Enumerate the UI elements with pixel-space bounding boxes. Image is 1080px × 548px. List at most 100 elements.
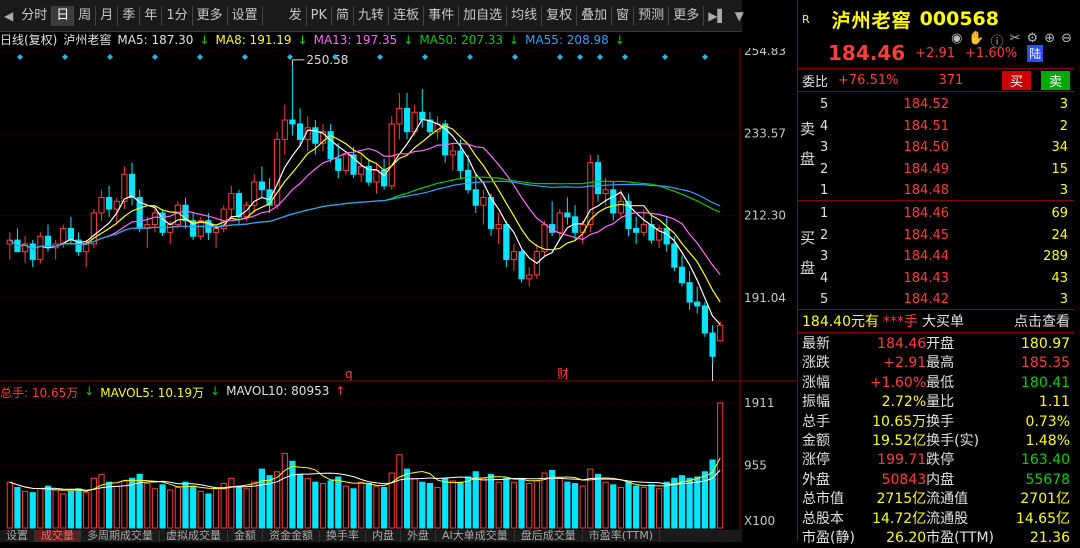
bids-row[interactable]: 4 184.43 43 (820, 268, 1068, 290)
stat-label: 振幅 (802, 394, 830, 411)
period-tab[interactable]: 季 (118, 5, 141, 26)
logo: R (802, 12, 810, 26)
tool-button[interactable]: 预测 (634, 5, 670, 26)
candle-body (564, 212, 571, 218)
period-tab[interactable]: 日 (52, 5, 75, 26)
bids-row[interactable]: 1 184.46 69 (820, 203, 1068, 225)
tool-button[interactable]: 均线 (507, 5, 543, 26)
tool-button[interactable]: 窗 (612, 5, 635, 26)
level-volume: 24 (1051, 227, 1068, 243)
stat-value: 1.48% (1025, 432, 1071, 449)
indicator-tab[interactable]: 金额 (228, 530, 263, 542)
tool-button[interactable]: 更多 (669, 5, 705, 26)
volume-bar (403, 468, 411, 529)
bids-row[interactable]: 3 184.44 289 (820, 246, 1068, 268)
candle-body (449, 150, 456, 156)
indicator-tab[interactable]: 虚拟成交量 (160, 530, 228, 542)
sell-button[interactable]: 卖 (1040, 70, 1070, 90)
period-tab[interactable]: 更多 (193, 5, 228, 26)
weibi-label: 委比 (802, 74, 829, 90)
asks-row[interactable]: 2 184.49 15 (820, 159, 1068, 181)
asks-row[interactable]: 1 184.48 3 (820, 180, 1068, 202)
period-tab[interactable]: 分时 (17, 5, 53, 26)
buy-button[interactable]: 买 (1001, 70, 1031, 90)
volume-chart[interactable]: 1911 955 X100 (0, 381, 797, 530)
volume-bar (449, 480, 456, 529)
period-tab[interactable]: 周 (74, 5, 97, 26)
period-tab[interactable]: 月 (96, 5, 119, 26)
volume-bar (495, 481, 502, 529)
period-tab[interactable]: 年 (140, 5, 163, 26)
tool-button[interactable]: 叠加 (577, 5, 613, 26)
tool-button[interactable]: 九转 (354, 5, 390, 26)
tool-button[interactable]: 事件 (424, 5, 460, 26)
tool-button[interactable]: 简 (332, 5, 355, 26)
indicator-tab[interactable]: 内盘 (366, 530, 401, 542)
stat-label: 市盈(静) (802, 529, 855, 546)
volume-unit-label: X100 (744, 514, 775, 528)
volume-bar (549, 469, 556, 529)
period-tab[interactable]: 1分 (162, 5, 193, 26)
event-diamond-icon (662, 54, 668, 60)
indicator-tab[interactable]: 资金金额 (263, 530, 320, 542)
stat-value: 2.72% (881, 394, 927, 411)
indicator-tab[interactable]: AI大单成交量 (436, 530, 515, 542)
candle-body (686, 282, 693, 303)
stats-row: 总手 10.65万 换手 0.73% (802, 413, 1070, 432)
candle-body (388, 123, 395, 187)
stat-value: 185.35 (1021, 355, 1071, 372)
indicator-tab[interactable]: 外盘 (401, 530, 436, 542)
level-price: 184.46 (903, 206, 950, 221)
level-label: 1 (820, 183, 829, 198)
back-icon[interactable]: ◀ (0, 9, 17, 23)
volume-bar (6, 481, 13, 529)
tool-button[interactable]: 连板 (389, 5, 425, 26)
asks-row[interactable]: 5 184.52 3 (820, 94, 1068, 116)
candle-body (465, 169, 472, 191)
tool-button[interactable]: PK (307, 5, 333, 26)
indicator-tab[interactable]: 设置 (0, 530, 35, 542)
tool-button[interactable]: 发 (285, 5, 307, 26)
level-price: 184.43 (903, 270, 950, 286)
period-tab[interactable]: 设置 (228, 5, 263, 26)
volume-axis-label: 955 (744, 459, 767, 473)
volume-bar (365, 483, 372, 529)
volume-bar (342, 485, 350, 529)
play-icon[interactable]: ▶▌ (704, 9, 730, 23)
stat-value: 19.52亿 (872, 432, 927, 449)
tool-button[interactable]: 复权 (542, 5, 578, 26)
stat-label: 总市值 (802, 491, 844, 508)
event-diamond-icon (577, 54, 583, 60)
candlestick-chart[interactable]: 254.83233.57212.30191.04250.58174.03q财 (0, 48, 797, 381)
candle-body (678, 266, 686, 284)
candle-body (289, 119, 296, 125)
stat-label: 内盘 (926, 471, 955, 488)
weibi-row: 委比 +76.51% 371 买 卖 (798, 68, 1074, 91)
asks-row[interactable]: 4 184.51 2 (820, 116, 1068, 138)
level-price: 184.50 (903, 140, 950, 155)
arrow-up-icon: ↑ (335, 384, 346, 398)
indicator-tab[interactable]: 市盈率(TTM) (583, 530, 661, 542)
asks-row[interactable]: 3 184.50 34 (820, 137, 1068, 159)
chevron-down-icon[interactable]: ▼ (731, 9, 748, 23)
stat-value: 180.41 (1021, 374, 1071, 391)
stats-row: 外盘 50843 内盘 55678 (802, 471, 1070, 490)
quote-header: R 泸州老窖 000568 (798, 0, 1074, 38)
indicator-tab[interactable]: 多周期成交量 (81, 530, 160, 542)
volume-bar (220, 483, 227, 529)
volume-bar (564, 481, 571, 529)
stat-label: 涨跌 (802, 355, 830, 372)
bids-row[interactable]: 2 184.45 24 (820, 225, 1068, 247)
candle-body (258, 181, 265, 191)
indicator-tab[interactable]: 成交量 (35, 530, 81, 542)
volume-bar (380, 486, 388, 529)
level-volume: 43 (1051, 270, 1068, 286)
level-volume: 69 (1051, 206, 1068, 221)
ask-side-label-2: 盘 (800, 150, 816, 168)
bids-row[interactable]: 5 184.42 3 (820, 289, 1068, 311)
indicator-tab[interactable]: 盘后成交量 (515, 530, 583, 542)
tool-button[interactable]: 加自选 (459, 5, 508, 26)
level-volume: 34 (1051, 140, 1068, 155)
big-order-link[interactable]: 点击查看 (1014, 311, 1070, 331)
indicator-tab[interactable]: 换手率 (320, 530, 366, 542)
